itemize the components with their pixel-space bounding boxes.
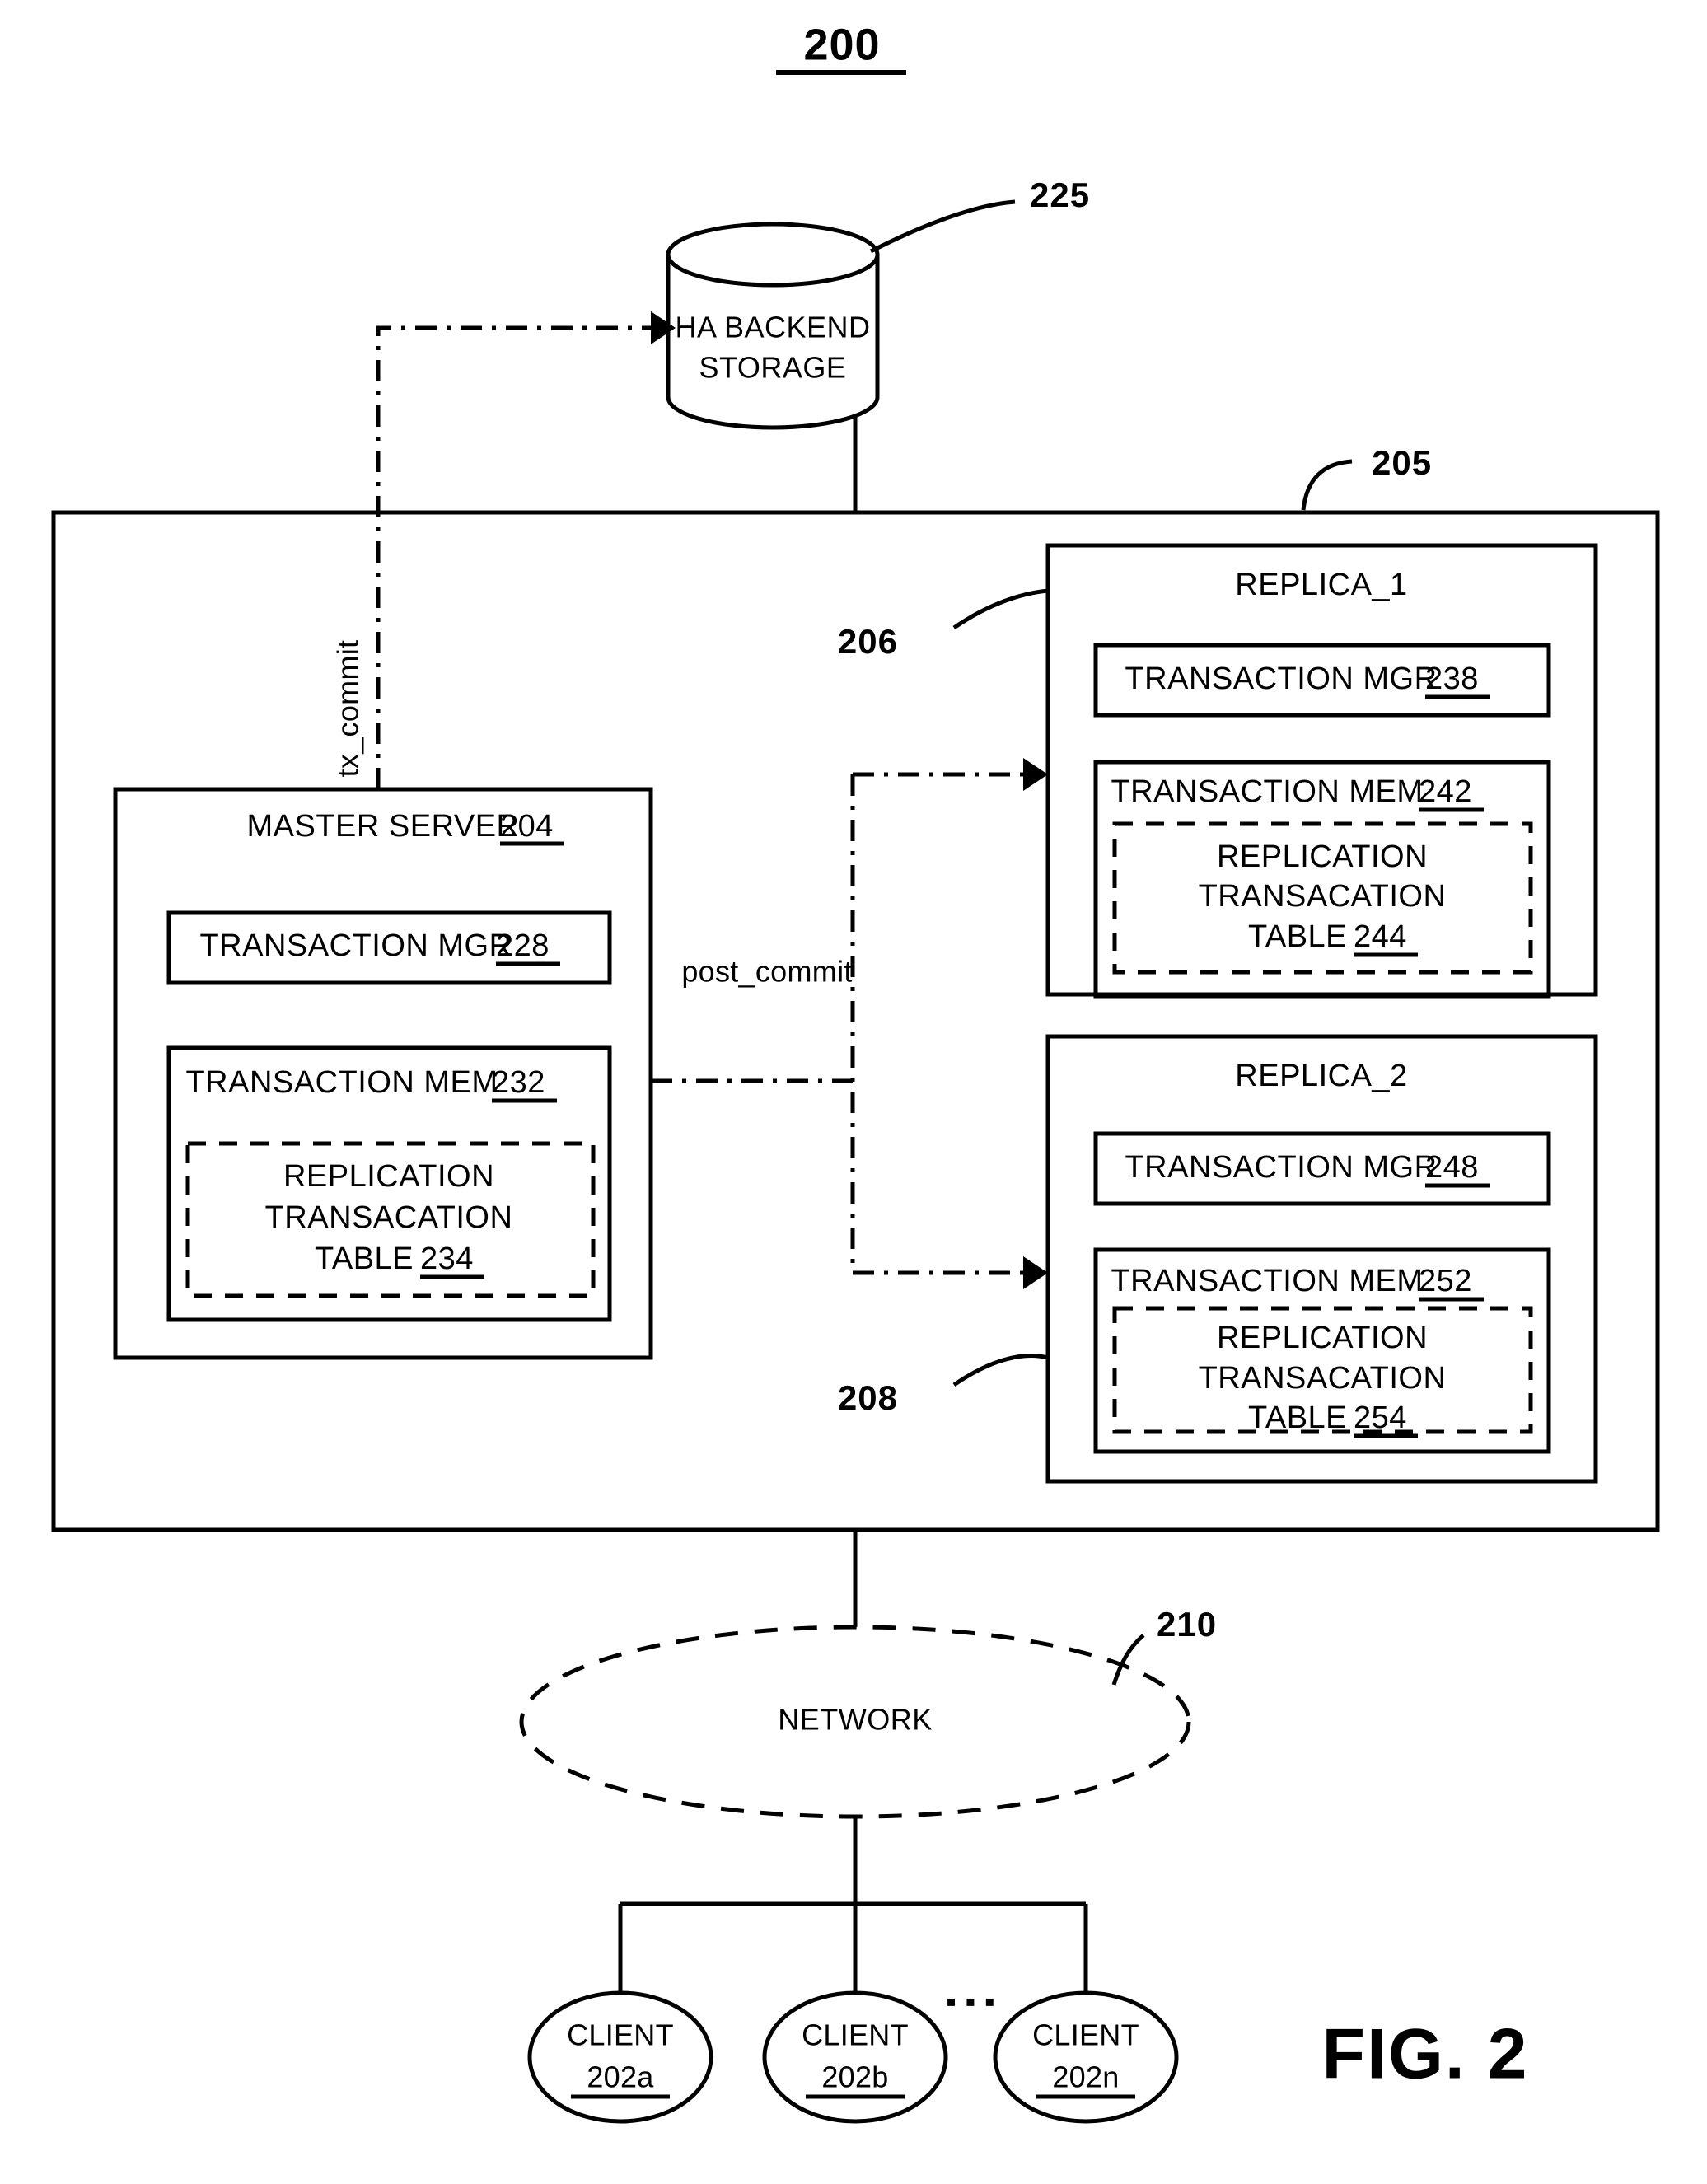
patent-figure: 200 HA BACKEND STORAGE 225 205 MASTER SE… [0,0,1707,2180]
master-transaction-mem-ref: 232 [492,1065,545,1100]
ha-backend-storage-label-line1: HA BACKEND [675,311,870,344]
replica-2-transaction-mem-ref: 252 [1419,1264,1472,1298]
replica-2-replication-table-line3: TABLE [1248,1401,1347,1435]
tx-commit-arrowhead [651,311,676,344]
figure-number: 200 [776,20,906,75]
network-label: NETWORK [778,1703,933,1737]
replica-1-box: REPLICA_1 TRANSACTION MGR 238 TRANSACTIO… [1045,543,1598,999]
client-202a-ref: 202a [587,2060,654,2094]
replica-2-transaction-mgr-ref: 248 [1425,1150,1479,1185]
replica-1-transaction-mem: TRANSACTION MEM 242 REPLICATION TRANSACA… [1093,760,1551,999]
replica-1-replication-transaction-table: REPLICATION TRANSACATION TABLE 244 [1112,821,1533,975]
ref-206: 206 [838,588,1049,661]
replica-2-replication-table-line1: REPLICATION [1217,1321,1428,1355]
replica-2-replication-table-line2: TRANSACATION [1199,1361,1447,1396]
master-transaction-mem-label: TRANSACTION MEM [185,1065,498,1100]
client-202n-label: CLIENT [1032,2018,1139,2052]
replica-1-transaction-mgr-label: TRANSACTION MGR [1125,662,1437,696]
replica-2-transaction-mem-label: TRANSACTION MEM [1111,1264,1423,1298]
master-server-box: MASTER SERVER 204 TRANSACTION MGR 228 TR… [113,787,653,1360]
master-replication-table-line2: TRANSACATION [265,1200,513,1235]
tx-commit-label: tx_commit [331,640,365,778]
replica-2-transaction-mem: TRANSACTION MEM 252 REPLICATION TRANSACA… [1093,1247,1551,1454]
ha-backend-storage: HA BACKEND STORAGE [666,222,880,430]
ref-225-text: 225 [1030,175,1090,214]
master-transaction-mgr: TRANSACTION MGR 228 [166,910,612,985]
ref-225: 225 [869,175,1090,254]
client-202b-ref: 202b [821,2060,888,2094]
post-commit-label: post_commit [681,955,852,989]
replica-1-transaction-mem-ref: 242 [1419,774,1472,809]
post-commit-flow: post_commit [651,758,1048,1289]
client-bus [618,1817,1088,1992]
replica-2-transaction-mgr-label: TRANSACTION MGR [1125,1150,1437,1185]
client-202n: CLIENT 202n [993,1990,1179,2124]
master-server-title: MASTER SERVER [247,809,520,844]
post-commit-arrowhead-replica1 [1023,758,1048,791]
master-replication-table-line3: TABLE [315,1242,414,1276]
replica-2-box: REPLICA_2 TRANSACTION MGR 248 TRANSACTIO… [1045,1034,1598,1484]
replica-1-transaction-mgr-ref: 238 [1425,662,1479,696]
ref-205-text: 205 [1372,443,1432,482]
network-node: NETWORK [519,1625,1191,1819]
client-202b: CLIENT 202b [762,1990,948,2124]
replica-2-replication-table-ref: 254 [1354,1401,1407,1435]
replica-1-transaction-mgr: TRANSACTION MGR 238 [1093,643,1551,718]
master-replication-transaction-table: REPLICATION TRANSACATION TABLE 234 [185,1141,596,1298]
master-server-ref: 204 [500,809,554,844]
replica-1-transaction-mem-label: TRANSACTION MEM [1111,774,1423,809]
client-202b-label: CLIENT [802,2018,909,2052]
replica-1-replication-table-ref: 244 [1354,919,1407,954]
ref-206-text: 206 [838,622,898,661]
master-replication-table-line1: REPLICATION [283,1159,494,1194]
client-202a: CLIENT 202a [527,1990,713,2124]
ref-208-text: 208 [838,1378,898,1417]
ha-backend-storage-label-line2: STORAGE [699,351,847,385]
replica-1-replication-table-line1: REPLICATION [1217,839,1428,874]
replica-1-title: REPLICA_1 [1235,568,1407,602]
master-transaction-mgr-ref: 228 [496,928,550,963]
master-transaction-mem: TRANSACTION MEM 232 REPLICATION TRANSACA… [166,1045,612,1322]
post-commit-arrowhead-replica2 [1023,1256,1048,1289]
ref-205: 205 [1301,443,1432,511]
ref-210-text: 210 [1157,1605,1217,1644]
master-replication-table-ref: 234 [420,1242,474,1276]
replica-1-replication-table-line3: TABLE [1248,919,1347,954]
replica-1-replication-table-line2: TRANSACATION [1199,879,1447,914]
ref-210: 210 [1111,1605,1217,1686]
replica-2-transaction-mgr: TRANSACTION MGR 248 [1093,1131,1551,1206]
clients-ellipsis: ▪ ▪ ▪ [946,1985,995,2018]
ref-208: 208 [838,1354,1049,1417]
tx-commit-flow: tx_commit [331,311,676,789]
replica-2-title: REPLICA_2 [1235,1059,1407,1093]
client-202n-ref: 202n [1052,2060,1119,2094]
figure-number-text: 200 [803,20,880,69]
master-transaction-mgr-label: TRANSACTION MGR [199,928,512,963]
figure-caption: FIG. 2 [1322,2015,1529,2094]
replica-2-replication-transaction-table: REPLICATION TRANSACATION TABLE 254 [1112,1306,1533,1438]
client-202a-label: CLIENT [567,2018,674,2052]
